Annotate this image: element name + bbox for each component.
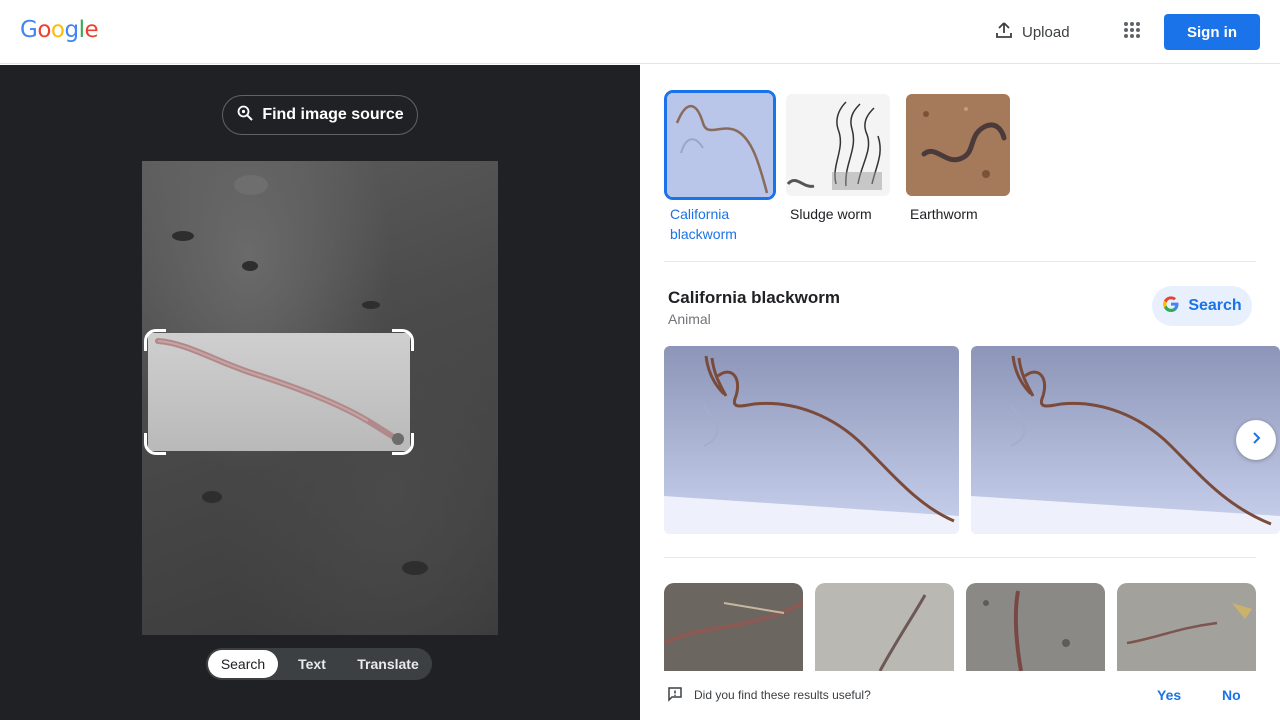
feedback-icon — [666, 685, 684, 708]
crop-handle-top-left[interactable] — [144, 329, 166, 351]
chip-sludge-worm[interactable]: Sludge worm — [784, 90, 892, 244]
visual-match-thumbnail[interactable] — [664, 583, 803, 671]
visual-match-thumbnail[interactable] — [815, 583, 954, 671]
chip-label: California blackworm — [670, 206, 737, 242]
upload-icon — [994, 20, 1014, 44]
visual-match-thumbnail[interactable] — [966, 583, 1105, 671]
chip-label: Sludge worm — [790, 206, 872, 222]
apps-grid-icon — [1123, 21, 1141, 44]
logo-letter: o — [37, 17, 51, 43]
feedback-no-button[interactable]: No — [1222, 687, 1241, 703]
upload-label: Upload — [1022, 23, 1070, 41]
chip-earthworm[interactable]: Earthworm — [904, 90, 1012, 244]
logo-letter: g — [64, 17, 79, 43]
find-image-source-label: Find image source — [262, 106, 404, 123]
tab-text[interactable]: Text — [278, 650, 346, 678]
entity-chips: California blackworm Sludge worm Earthwo… — [664, 90, 1012, 244]
entity-title: California blackworm — [668, 288, 840, 307]
sign-in-button[interactable]: Sign in — [1164, 14, 1260, 50]
google-logo[interactable]: Google — [20, 17, 99, 43]
visual-matches-row — [664, 583, 1256, 671]
entity-search-button[interactable]: Search — [1152, 286, 1252, 326]
feedback-question: Did you find these results useful? — [694, 688, 871, 702]
feedback-yes-button[interactable]: Yes — [1157, 687, 1181, 703]
crop-handle-bottom-left[interactable] — [144, 433, 166, 455]
entity-subtitle: Animal — [668, 311, 711, 327]
lens-mode-tabs: Search Text Translate — [206, 648, 432, 680]
query-image-panel: Find image source Search Text Translate — [0, 65, 640, 720]
logo-letter: o — [50, 17, 65, 43]
visual-match-thumbnail[interactable] — [1117, 583, 1256, 671]
carousel-next-button[interactable] — [1236, 420, 1276, 460]
google-g-icon — [1162, 295, 1180, 318]
chip-thumbnail — [664, 90, 776, 200]
lens-search-icon — [236, 104, 254, 127]
apps-button[interactable] — [1116, 16, 1148, 48]
logo-letter: G — [20, 17, 38, 43]
chip-thumbnail — [786, 94, 890, 196]
result-image[interactable] — [971, 346, 1280, 534]
divider — [664, 261, 1256, 262]
upload-button[interactable]: Upload — [984, 14, 1080, 50]
chip-california-blackworm[interactable]: California blackworm — [664, 90, 776, 244]
feedback-bar: Did you find these results useful? Yes N… — [640, 671, 1280, 720]
logo-letter: e — [84, 17, 99, 43]
chevron-right-icon — [1249, 431, 1263, 450]
tab-translate[interactable]: Translate — [346, 650, 430, 678]
crop-handle-top-right[interactable] — [392, 329, 414, 351]
chip-thumbnail — [906, 94, 1010, 196]
crop-selection[interactable] — [148, 333, 410, 451]
results-panel: California blackworm Sludge worm Earthwo… — [640, 65, 1280, 720]
result-image[interactable] — [664, 346, 959, 534]
top-header: Google Upload Sign in — [0, 0, 1280, 64]
entity-search-label: Search — [1188, 297, 1242, 314]
tab-search[interactable]: Search — [208, 650, 278, 678]
chip-label: Earthworm — [910, 206, 978, 222]
divider — [664, 557, 1256, 558]
find-image-source-button[interactable]: Find image source — [222, 95, 418, 135]
